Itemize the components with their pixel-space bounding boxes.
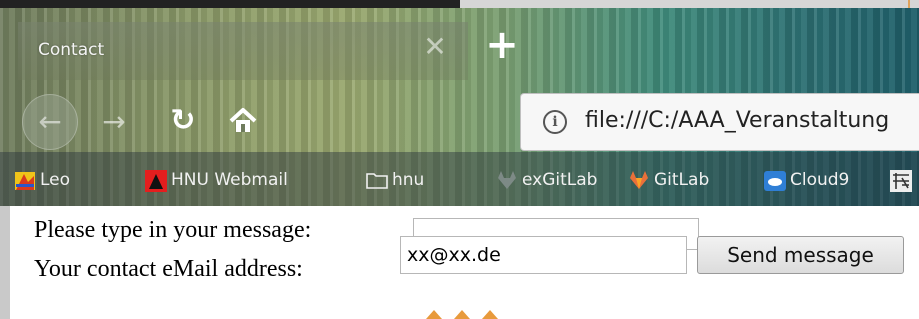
bookmark-label: hnu (392, 170, 425, 190)
send-message-button[interactable]: Send message (697, 236, 904, 274)
bookmark-exgitlab[interactable]: exGitLab (496, 166, 597, 194)
gitlab-icon (628, 170, 648, 190)
back-button[interactable]: ← (22, 94, 78, 150)
arrow-right-icon[interactable]: → (96, 104, 132, 140)
cloud9-icon (764, 170, 786, 191)
window-left-edge (0, 206, 10, 319)
caret-up-icons (420, 306, 520, 319)
tab-title: Contact (38, 40, 105, 60)
plus-icon[interactable]: + (482, 25, 522, 66)
message-label: Please type in your message: (34, 217, 312, 243)
bookmarks-bar: Leo HNU Webmail hnu exGitLab GitLab Clou… (0, 152, 919, 206)
bookmark-hnu[interactable]: hnu (366, 166, 424, 194)
hnu-icon (145, 170, 167, 192)
bookmark-leo[interactable]: Leo (14, 166, 70, 194)
close-icon[interactable]: ✕ (420, 32, 450, 62)
reload-icon[interactable]: ↻ (164, 102, 202, 140)
bookmark-label: exGitLab (522, 170, 598, 190)
bookmark-label: Cloud9 (790, 170, 850, 190)
home-icon[interactable] (226, 104, 260, 138)
bookmark-hnu-webmail[interactable]: HNU Webmail (145, 166, 288, 194)
bookmark-label: Leo (40, 170, 71, 190)
info-icon[interactable]: i (543, 110, 567, 134)
email-input[interactable]: xx@xx.de (400, 236, 687, 274)
leo-icon (14, 170, 35, 190)
bookmark-label: HNU Webmail (171, 170, 288, 190)
address-bar[interactable]: i file:///C:/AAA_Veranstaltung (520, 93, 919, 151)
email-label: Your contact eMail address: (34, 256, 303, 282)
bookmark-label: GitLab (654, 170, 710, 190)
arrow-left-icon: ← (38, 105, 62, 138)
bookmark-overflow[interactable] (890, 166, 916, 194)
folder-icon (366, 170, 388, 190)
bookmark-cloud9[interactable]: Cloud9 (764, 166, 849, 194)
bookmark-gitlab[interactable]: GitLab (628, 166, 709, 194)
gitlab-gray-icon (496, 170, 516, 190)
tab-contact[interactable]: Contact ✕ (18, 22, 468, 80)
kanji-icon (890, 170, 912, 192)
url-text: file:///C:/AAA_Veranstaltung (585, 108, 890, 133)
